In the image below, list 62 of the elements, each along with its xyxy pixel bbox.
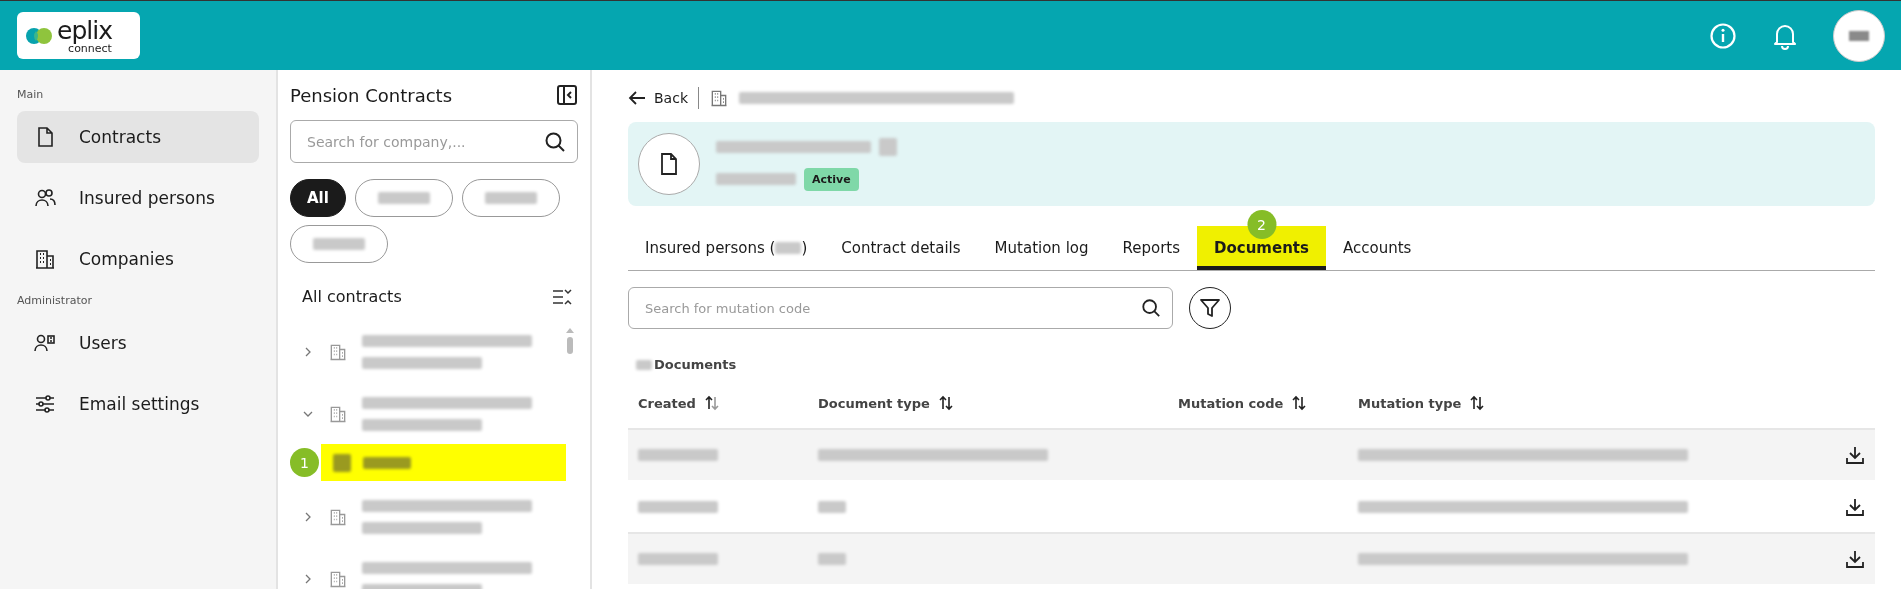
tab[interactable]: Insured persons ( ) [628, 226, 825, 270]
download-icon[interactable] [1845, 497, 1865, 517]
blurred-text [377, 192, 430, 204]
tab[interactable]: Reports [1105, 226, 1198, 270]
sort-icon[interactable] [703, 395, 720, 411]
back-button[interactable]: Back [628, 90, 688, 106]
search-field[interactable]: Search for company,... [290, 120, 578, 163]
blurred-text [636, 359, 652, 370]
building-icon [709, 88, 729, 108]
nav-item[interactable]: Insured persons [17, 172, 259, 224]
nav-item[interactable]: Contracts [17, 111, 259, 163]
scrollbar[interactable] [566, 328, 574, 356]
filter-chip[interactable]: All [290, 179, 346, 217]
section-heading: Main [17, 88, 45, 101]
document-count: Documents [654, 357, 737, 372]
tab[interactable]: Contract details [824, 226, 978, 270]
collapse-panel-icon[interactable] [556, 84, 578, 106]
blurred-text [363, 456, 411, 469]
building-icon [33, 247, 57, 271]
blurred-text [818, 553, 846, 565]
annotation-marker: 1 [290, 448, 319, 477]
nav-item[interactable]: Companies [17, 233, 259, 285]
sort-icon[interactable] [937, 395, 954, 411]
list-heading: All contracts [302, 287, 402, 306]
user-avatar[interactable] [1833, 9, 1885, 62]
document-icon [658, 152, 680, 176]
sliders-icon [33, 392, 57, 416]
blurred-icon [879, 137, 897, 156]
status-badge: Active [804, 167, 859, 191]
tab[interactable]: Mutation log [977, 226, 1106, 270]
search-icon [1141, 298, 1161, 318]
nav-item[interactable]: Email settings [17, 378, 259, 430]
logo-wordmark: eplix [57, 17, 112, 43]
building-icon [328, 507, 348, 527]
contract-item[interactable] [321, 444, 566, 481]
section-heading: Administrator [17, 294, 93, 307]
blurred-text [818, 501, 846, 513]
collapse-all-icon[interactable] [552, 288, 572, 305]
column-header[interactable]: Document type [808, 395, 1168, 411]
logo-mark-icon [25, 25, 53, 46]
blurred-icon [333, 453, 351, 472]
download-icon[interactable] [1845, 549, 1865, 569]
panel-title: Pension Contracts [290, 84, 453, 106]
building-icon [328, 569, 348, 589]
blurred-text [484, 192, 537, 204]
sort-icon[interactable] [1469, 395, 1486, 411]
search-field[interactable]: Search for mutation code [628, 287, 1173, 329]
tab[interactable]: Accounts [1325, 226, 1429, 270]
left-arrow-icon [628, 90, 646, 106]
download-icon[interactable] [1845, 445, 1865, 465]
building-icon [328, 342, 348, 362]
nav-item[interactable]: Users [17, 317, 259, 369]
blurred-text [313, 238, 365, 250]
column-header[interactable]: Mutation code [1168, 395, 1348, 411]
sort-icon[interactable] [1291, 395, 1308, 411]
search-icon [544, 130, 566, 153]
eplix-logo[interactable]: eplix connect [17, 12, 140, 59]
info-icon[interactable] [1709, 21, 1737, 50]
filter-icon [1199, 297, 1221, 319]
building-icon [328, 404, 348, 424]
column-header[interactable]: Mutation type [1348, 395, 1875, 411]
column-header[interactable]: Created [628, 395, 808, 411]
